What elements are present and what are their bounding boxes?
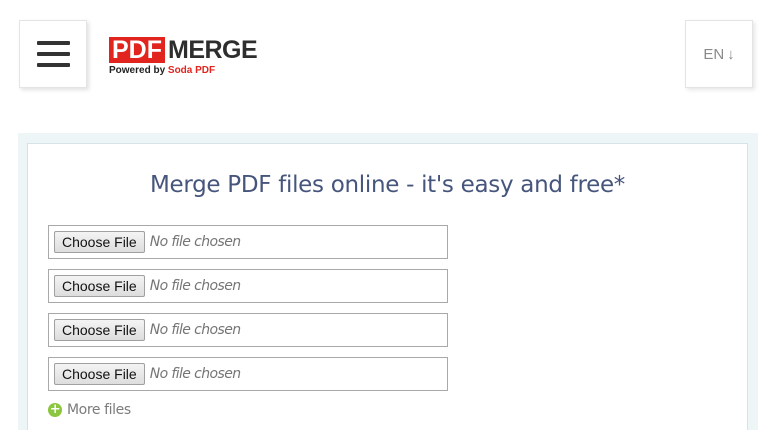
logo-tagline-prefix: Powered by (109, 65, 168, 76)
logo-pdf-part: PDF (109, 37, 165, 63)
logo-wordmark: PDF MERGE (109, 36, 258, 64)
hamburger-icon-bar (36, 41, 70, 45)
choose-file-button[interactable]: Choose File (54, 275, 145, 297)
choose-file-button[interactable]: Choose File (54, 319, 145, 341)
page-title: Merge PDF files online - it's easy and f… (149, 172, 626, 198)
upload-panel: Merge PDF files online - it's easy and f… (27, 143, 748, 430)
hamburger-icon-bar (36, 63, 70, 67)
file-input-1[interactable]: Choose File No file chosen (48, 225, 448, 259)
more-files-link[interactable]: + More files (48, 402, 131, 418)
language-label: EN (703, 45, 725, 63)
file-input-3[interactable]: Choose File No file chosen (48, 313, 448, 347)
file-status-text: No file chosen (149, 366, 241, 382)
file-status-text: No file chosen (149, 322, 241, 338)
hamburger-icon-bar (36, 52, 70, 56)
plus-circle-icon: + (48, 402, 62, 417)
logo-merge-part: MERGE (168, 36, 258, 64)
logo[interactable]: PDF MERGE Powered by Soda PDF (109, 36, 258, 76)
choose-file-button[interactable]: Choose File (54, 231, 145, 253)
more-files-label: More files (67, 402, 131, 418)
logo-tagline: Powered by Soda PDF (109, 65, 257, 76)
file-status-text: No file chosen (149, 234, 241, 250)
logo-tagline-brand: Soda PDF (167, 65, 216, 76)
arrow-down-icon: ↓ (727, 45, 735, 63)
file-status-text: No file chosen (149, 278, 241, 294)
file-input-2[interactable]: Choose File No file chosen (48, 269, 448, 303)
choose-file-button[interactable]: Choose File (54, 363, 145, 385)
file-input-4[interactable]: Choose File No file chosen (48, 357, 448, 391)
language-selector[interactable]: EN ↓ (685, 20, 753, 88)
menu-button[interactable] (19, 20, 87, 88)
